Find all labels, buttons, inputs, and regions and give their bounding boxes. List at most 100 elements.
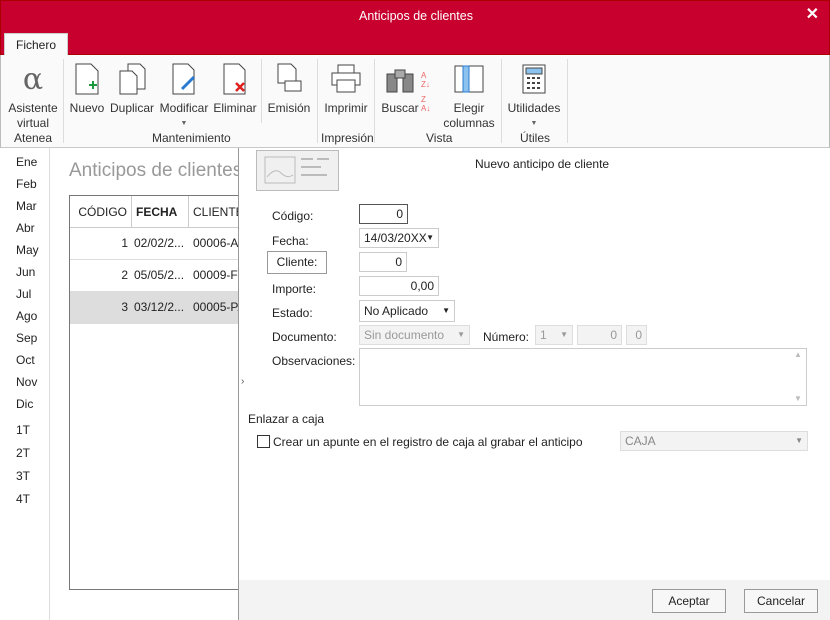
- column-header-fecha[interactable]: FECHA: [132, 196, 189, 228]
- period-item[interactable]: 3T: [16, 469, 30, 483]
- crear-apunte-label: Crear un apunte en el registro de caja a…: [273, 435, 583, 449]
- period-item[interactable]: Feb: [16, 177, 37, 191]
- cancelar-button[interactable]: Cancelar: [744, 589, 818, 613]
- period-item[interactable]: Jun: [16, 265, 35, 279]
- calculator-icon: [507, 63, 561, 95]
- period-item[interactable]: Oct: [16, 353, 35, 367]
- anticipos-grid: CÓDIGO FECHA CLIENTE 1 02/02/2... 00006-Al…: [69, 195, 241, 590]
- group-atenea: Atenea: [14, 131, 53, 145]
- estado-label: Estado:: [272, 306, 313, 320]
- chevron-down-icon[interactable]: ▼: [442, 301, 450, 321]
- numero-select[interactable]: 1 ▼: [535, 325, 573, 345]
- cell: 00005-PA: [193, 300, 241, 314]
- chevron-down-icon: ▼: [560, 330, 568, 339]
- image-placeholder-icon: [256, 150, 339, 191]
- new-document-icon: [69, 63, 105, 95]
- scroll-down-icon[interactable]: ▼: [794, 394, 802, 403]
- column-header-cliente[interactable]: CLIENTE: [189, 196, 240, 228]
- utilidades-button[interactable]: Utilidades ▼: [507, 63, 561, 131]
- cell: 1: [121, 236, 128, 250]
- period-item[interactable]: Nov: [16, 375, 37, 389]
- duplicate-icon: [109, 63, 155, 95]
- buscar-button[interactable]: Buscar: [381, 63, 419, 116]
- cell: 05/05/2...: [134, 268, 185, 282]
- chevron-down-icon: ▼: [457, 330, 465, 339]
- observaciones-label: Observaciones:: [272, 354, 356, 368]
- documento-select[interactable]: Sin documento ▼: [359, 325, 470, 345]
- period-item[interactable]: 1T: [16, 423, 30, 437]
- numero-field-2[interactable]: 0: [626, 325, 647, 345]
- estado-select[interactable]: No Aplicado ▼: [359, 300, 455, 322]
- title-bar: Anticipos de clientes ✕ Fichero: [0, 0, 830, 57]
- ribbon: α Asistente virtual Nuevo Duplicar Modif…: [0, 55, 830, 148]
- period-item[interactable]: Abr: [16, 221, 35, 235]
- list-title: Anticipos de clientes: [69, 160, 243, 181]
- group-impresion: Impresión: [321, 131, 374, 145]
- cell: 02/02/2...: [134, 236, 185, 250]
- period-item[interactable]: 2T: [16, 446, 30, 460]
- expand-chevron-icon[interactable]: ›: [241, 376, 244, 387]
- printer-icon: [323, 63, 369, 95]
- elegir-columnas-button[interactable]: Elegir columnas: [443, 63, 495, 131]
- group-vista: Vista: [426, 131, 453, 145]
- duplicar-button[interactable]: Duplicar: [109, 63, 155, 116]
- emision-button[interactable]: Emisión: [267, 63, 311, 116]
- modificar-button[interactable]: Modificar ▼: [158, 63, 210, 131]
- crear-apunte-checkbox[interactable]: [257, 435, 270, 448]
- cell: 00006-Al: [193, 236, 241, 250]
- period-item[interactable]: Dic: [16, 397, 33, 411]
- importe-input[interactable]: 0,00: [359, 276, 439, 296]
- eliminar-button[interactable]: Eliminar: [213, 63, 257, 116]
- period-item[interactable]: Mar: [16, 199, 37, 213]
- window-title: Anticipos de clientes: [359, 9, 473, 23]
- observaciones-textarea[interactable]: [359, 348, 807, 406]
- chevron-down-icon[interactable]: ▼: [426, 229, 434, 247]
- tab-fichero[interactable]: Fichero: [4, 33, 68, 57]
- nuevo-button[interactable]: Nuevo: [69, 63, 105, 116]
- delete-document-icon: [213, 63, 257, 95]
- panel-title: Nuevo anticipo de cliente: [475, 157, 610, 171]
- cliente-button[interactable]: Cliente:: [267, 251, 327, 274]
- imprimir-button[interactable]: Imprimir: [323, 63, 369, 116]
- period-list: Ene Feb Mar Abr May Jun Jul Ago Sep Oct Nov Dic 1T 2T…: [0, 148, 50, 620]
- fecha-input[interactable]: 14/03/20XX ▼: [359, 228, 439, 248]
- close-icon[interactable]: ✕: [806, 4, 819, 24]
- columns-icon: [443, 63, 495, 95]
- codigo-label: Código:: [272, 209, 314, 223]
- alpha-icon: α: [22, 61, 44, 97]
- group-utiles: Útiles: [520, 131, 551, 145]
- new-anticipo-panel: Nuevo anticipo de cliente › Código: 0 Fe…: [238, 148, 830, 620]
- emission-icon: [267, 63, 311, 95]
- period-item[interactable]: Jul: [16, 287, 31, 301]
- chevron-down-icon: ▼: [795, 436, 803, 445]
- sort-ascending-icon[interactable]: A Z↓: [421, 71, 430, 89]
- period-item[interactable]: Ene: [16, 155, 37, 169]
- cliente-input[interactable]: 0: [359, 252, 407, 272]
- cell: 2: [121, 268, 128, 282]
- column-header-codigo[interactable]: CÓDIGO: [70, 196, 132, 228]
- period-item[interactable]: May: [16, 243, 39, 257]
- fecha-label: Fecha:: [272, 234, 309, 248]
- table-row[interactable]: 1 02/02/2... 00006-Al: [70, 228, 241, 260]
- period-item[interactable]: Sep: [16, 331, 37, 345]
- table-row[interactable]: 2 05/05/2... 00009-FF: [70, 260, 241, 292]
- caja-select[interactable]: CAJA ▼: [620, 431, 808, 451]
- panel-footer: Aceptar Cancelar: [239, 580, 830, 620]
- cell: 00009-FF: [193, 268, 241, 282]
- numero-field-1[interactable]: 0: [577, 325, 622, 345]
- period-item[interactable]: 4T: [16, 492, 30, 506]
- binoculars-icon: [381, 63, 419, 95]
- table-row[interactable]: 3 03/12/2... 00005-PA: [70, 292, 241, 324]
- asistente-virtual-button[interactable]: α Asistente virtual: [7, 63, 59, 131]
- aceptar-button[interactable]: Aceptar: [652, 589, 726, 613]
- codigo-input[interactable]: 0: [359, 204, 408, 224]
- cell: 3: [121, 300, 128, 314]
- enlazar-caja-heading: Enlazar a caja: [248, 412, 325, 426]
- edit-document-icon: [158, 63, 210, 95]
- importe-label: Importe:: [272, 282, 317, 296]
- sort-descending-icon[interactable]: Z A↓: [421, 95, 430, 113]
- documento-label: Documento:: [272, 330, 337, 344]
- scroll-up-icon[interactable]: ▲: [794, 350, 802, 359]
- numero-label: Número:: [483, 330, 530, 344]
- period-item[interactable]: Ago: [16, 309, 37, 323]
